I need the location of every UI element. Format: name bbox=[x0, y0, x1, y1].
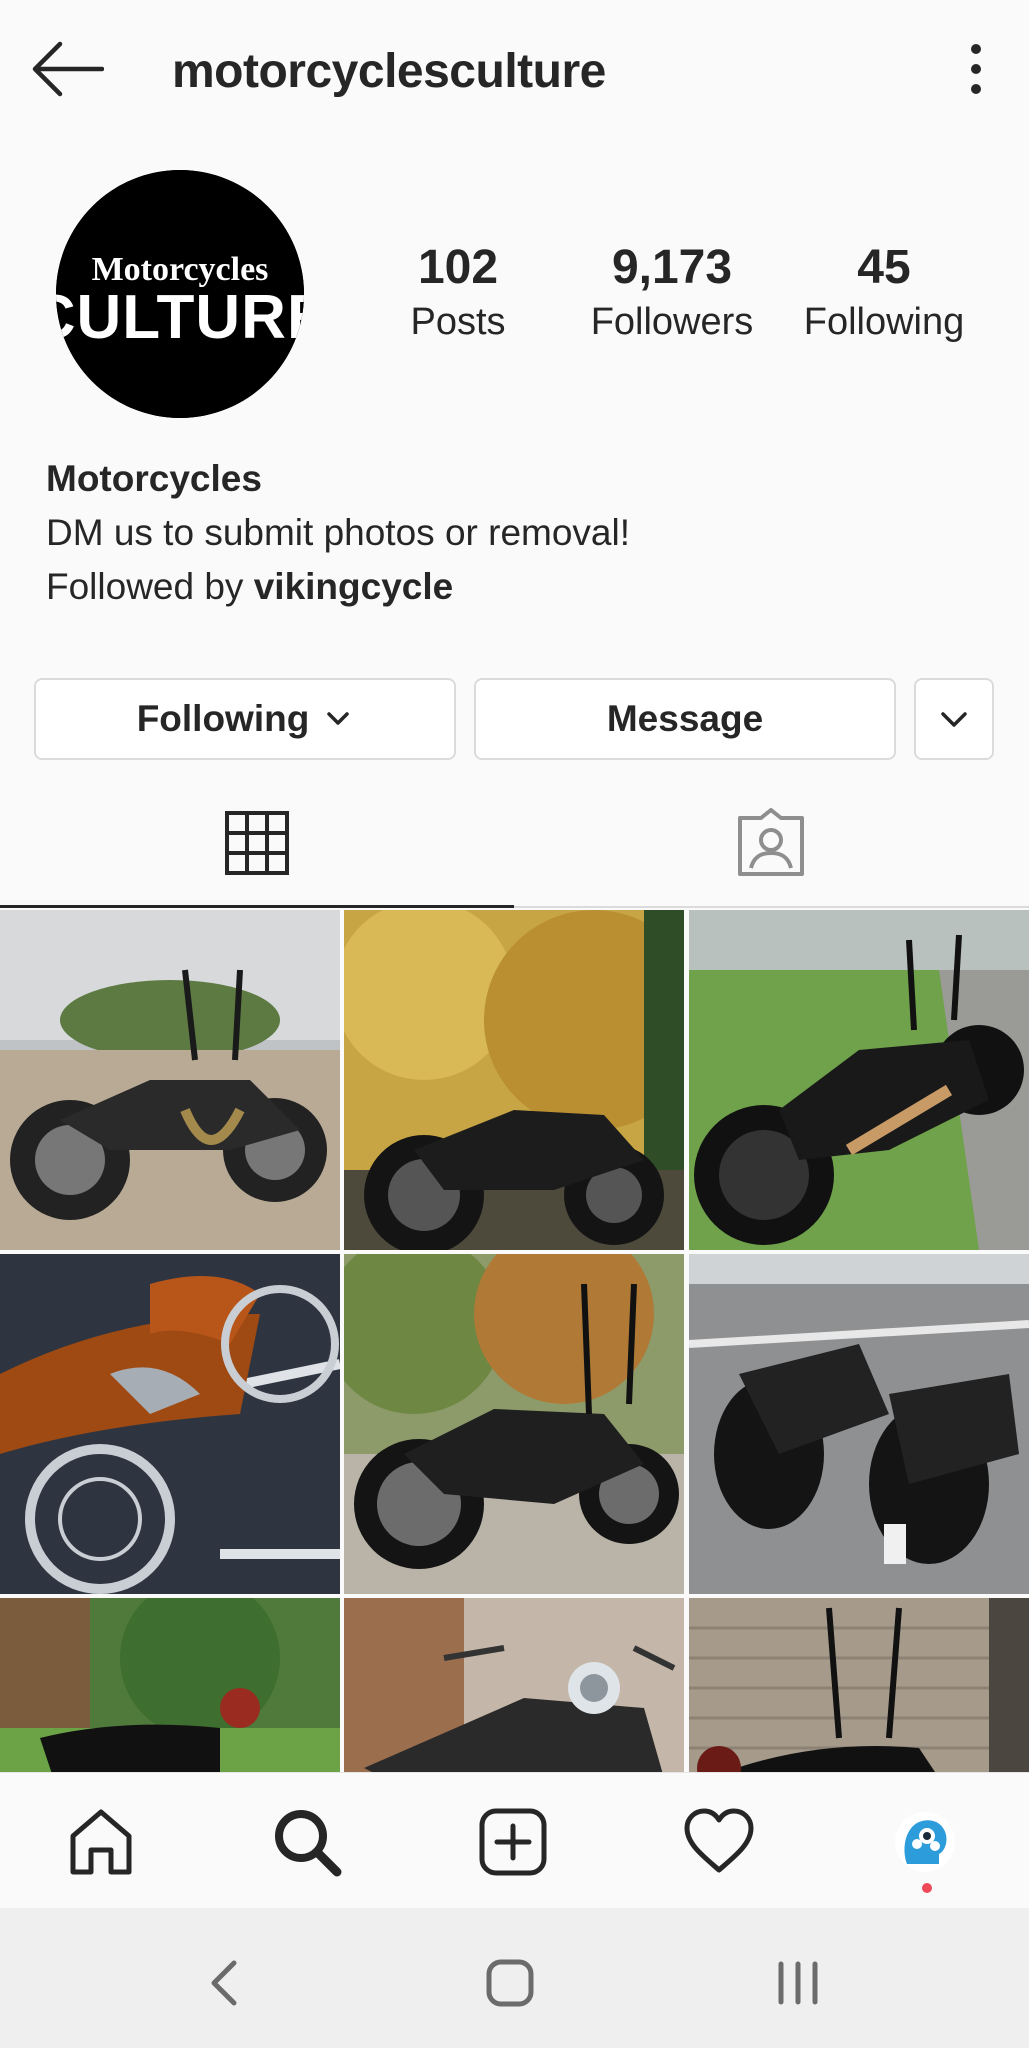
post-5[interactable] bbox=[344, 1254, 684, 1594]
tab-grid[interactable] bbox=[0, 780, 514, 908]
avatar-line2: CULTURE bbox=[56, 283, 304, 352]
nav-activity[interactable] bbox=[676, 1799, 762, 1885]
bottom-navigation bbox=[0, 1772, 1029, 1909]
chevron-down-icon bbox=[941, 712, 967, 727]
system-recents-button[interactable] bbox=[758, 1948, 838, 2018]
stat-posts[interactable]: 102 Posts bbox=[398, 240, 518, 348]
post-1[interactable] bbox=[0, 910, 340, 1250]
nav-profile[interactable] bbox=[882, 1799, 968, 1893]
message-button-label: Message bbox=[606, 698, 764, 739]
post-4[interactable] bbox=[0, 1254, 340, 1594]
stat-followers[interactable]: 9,173 Followers bbox=[574, 240, 770, 348]
recents-icon bbox=[778, 1961, 818, 2005]
profile-tabs bbox=[0, 780, 1029, 908]
profile-name: Motorcycles bbox=[46, 458, 262, 499]
nav-search[interactable] bbox=[264, 1799, 350, 1885]
back-arrow-icon[interactable] bbox=[30, 36, 105, 102]
more-options-icon[interactable] bbox=[958, 40, 994, 98]
post-9[interactable] bbox=[689, 1598, 1029, 1772]
system-home-button[interactable] bbox=[470, 1948, 550, 2018]
post-6[interactable] bbox=[689, 1254, 1029, 1594]
home-square-icon bbox=[486, 1959, 534, 2007]
following-button[interactable]: Following bbox=[34, 678, 456, 760]
notification-dot bbox=[922, 1883, 932, 1893]
system-navigation-bar bbox=[0, 1908, 1029, 2048]
tagged-icon bbox=[738, 808, 804, 876]
new-post-icon bbox=[479, 1808, 547, 1876]
stat-posts-value: 102 bbox=[417, 241, 499, 294]
following-button-label: Following bbox=[136, 698, 310, 739]
stat-followers-label: Followers bbox=[590, 301, 754, 343]
system-back-button[interactable] bbox=[184, 1948, 264, 2018]
post-3[interactable] bbox=[689, 910, 1029, 1250]
profile-bio-text: DM us to submit photos or removal! bbox=[46, 512, 630, 553]
nav-new-post[interactable] bbox=[470, 1799, 556, 1885]
tab-tagged[interactable] bbox=[514, 780, 1028, 906]
followed-by-user[interactable]: vikingcycle bbox=[254, 566, 454, 607]
post-8[interactable] bbox=[344, 1598, 684, 1772]
activity-heart-icon bbox=[684, 1808, 754, 1873]
post-7[interactable] bbox=[0, 1598, 340, 1772]
profile-username: motorcyclesculture bbox=[172, 45, 606, 98]
stat-following[interactable]: 45 Following bbox=[796, 240, 972, 348]
profile-bio: Motorcycles DM us to submit photos or re… bbox=[46, 452, 630, 614]
suggested-accounts-button[interactable] bbox=[914, 678, 994, 760]
post-2[interactable] bbox=[344, 910, 684, 1250]
nav-home[interactable] bbox=[58, 1799, 144, 1885]
stat-followers-value: 9,173 bbox=[611, 241, 733, 294]
posts-grid bbox=[0, 910, 1029, 1772]
stat-posts-label: Posts bbox=[410, 301, 506, 343]
followed-by-prefix: Followed by bbox=[46, 566, 254, 607]
followed-by: Followed by vikingcycle bbox=[46, 560, 630, 614]
chevron-down-icon bbox=[327, 712, 350, 725]
profile-avatar-icon bbox=[895, 1812, 955, 1872]
profile-avatar[interactable]: Motorcycles CULTURE bbox=[56, 170, 304, 418]
back-chevron-icon bbox=[211, 1960, 237, 2006]
message-button[interactable]: Message bbox=[474, 678, 896, 760]
stat-following-value: 45 bbox=[857, 241, 911, 294]
stat-following-label: Following bbox=[803, 301, 965, 343]
search-icon bbox=[275, 1810, 342, 1877]
home-icon bbox=[70, 1809, 132, 1875]
grid-icon bbox=[225, 811, 289, 875]
top-bar: motorcyclesculture bbox=[0, 0, 1029, 140]
